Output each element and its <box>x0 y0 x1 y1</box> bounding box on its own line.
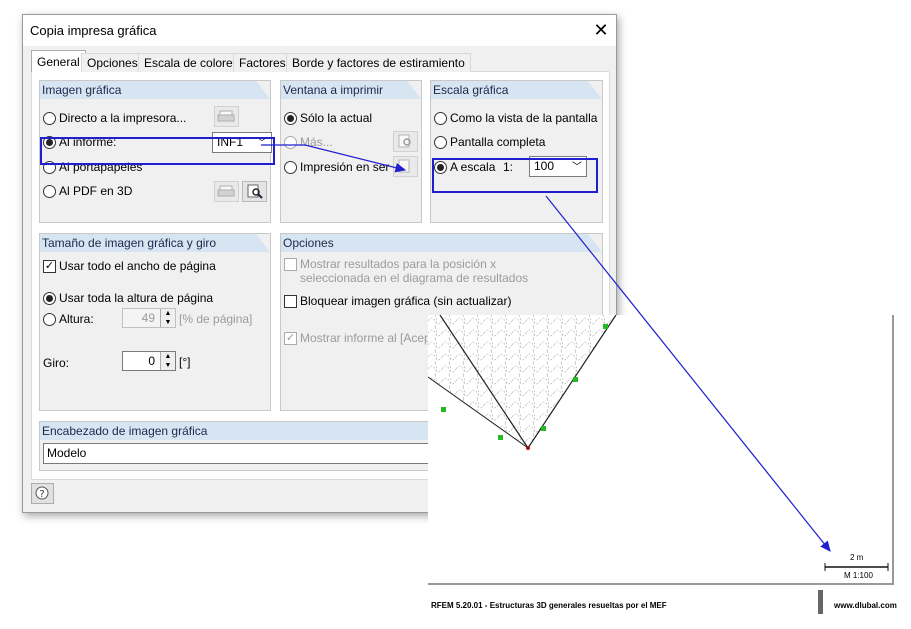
arrow-informe <box>261 144 407 173</box>
annotation-arrows <box>261 144 831 552</box>
arrow-escala <box>545 195 831 552</box>
